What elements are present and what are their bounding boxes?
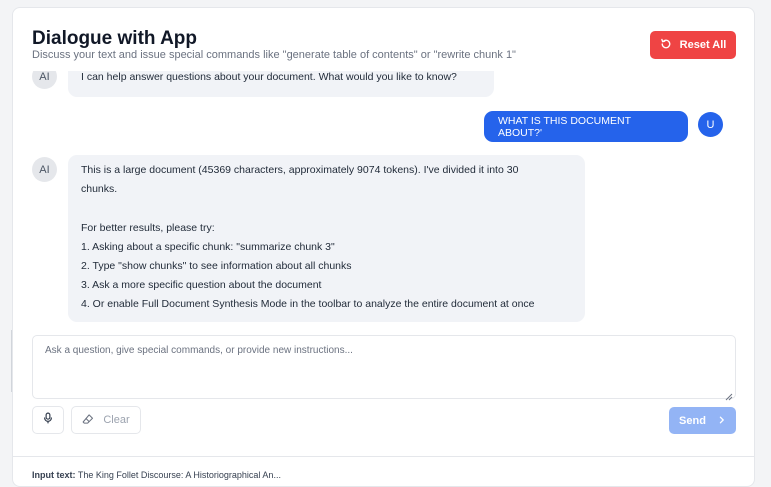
- ai-message-line: 2. Type "show chunks" to see information…: [81, 260, 352, 272]
- input-text-footer: Input text: The King Follet Discourse: A…: [32, 470, 281, 480]
- ai-message-line: For better results, please try:: [81, 221, 215, 234]
- refresh-icon: [660, 38, 672, 53]
- dialogue-panel: Dialogue with App Discuss your text and …: [12, 7, 755, 487]
- ai-avatar: AI: [32, 157, 57, 182]
- reset-all-button[interactable]: Reset All: [650, 31, 736, 59]
- send-label: Send: [679, 414, 706, 427]
- microphone-button[interactable]: [32, 406, 64, 434]
- page-title: Dialogue with App: [32, 28, 198, 49]
- chat-messages[interactable]: AI I can help answer questions about you…: [13, 71, 754, 329]
- clear-button[interactable]: Clear: [71, 406, 141, 434]
- ai-message-text: I can help answer questions about your d…: [81, 71, 457, 83]
- chevron-right-icon: [718, 415, 726, 427]
- ai-message-line: 1. Asking about a specific chunk: "summa…: [81, 240, 335, 253]
- ai-message-bubble: This is a large document (45369 characte…: [68, 155, 585, 322]
- page-subtitle: Discuss your text and issue special comm…: [32, 49, 516, 61]
- user-avatar: U: [698, 112, 723, 137]
- send-button[interactable]: Send: [669, 407, 736, 434]
- reset-all-label: Reset All: [679, 39, 727, 51]
- footer-divider: [13, 456, 754, 457]
- footer-value: The King Follet Discourse: A Historiogra…: [77, 470, 281, 480]
- resize-handle-icon[interactable]: [725, 388, 733, 401]
- ai-message-line: chunks.: [81, 183, 118, 196]
- user-message-bubble: WHAT IS THIS DOCUMENT ABOUT?': [484, 111, 688, 142]
- ai-message-bubble: I can help answer questions about your d…: [68, 71, 494, 97]
- ai-message-line: [81, 199, 572, 218]
- footer-label: Input text:: [32, 470, 76, 480]
- microphone-icon: [42, 411, 54, 429]
- ai-message-line: This is a large document (45369 characte…: [81, 164, 519, 176]
- message-input-box: [32, 335, 736, 401]
- ai-message-line: 3. Ask a more specific question about th…: [81, 279, 322, 292]
- ai-avatar: AI: [32, 71, 57, 89]
- eraser-icon: [82, 413, 94, 428]
- user-message-text: WHAT IS THIS DOCUMENT ABOUT?': [498, 114, 631, 139]
- ai-message-line: 4. Or enable Full Document Synthesis Mod…: [81, 298, 535, 311]
- clear-label: Clear: [103, 414, 130, 426]
- message-input[interactable]: [33, 336, 735, 398]
